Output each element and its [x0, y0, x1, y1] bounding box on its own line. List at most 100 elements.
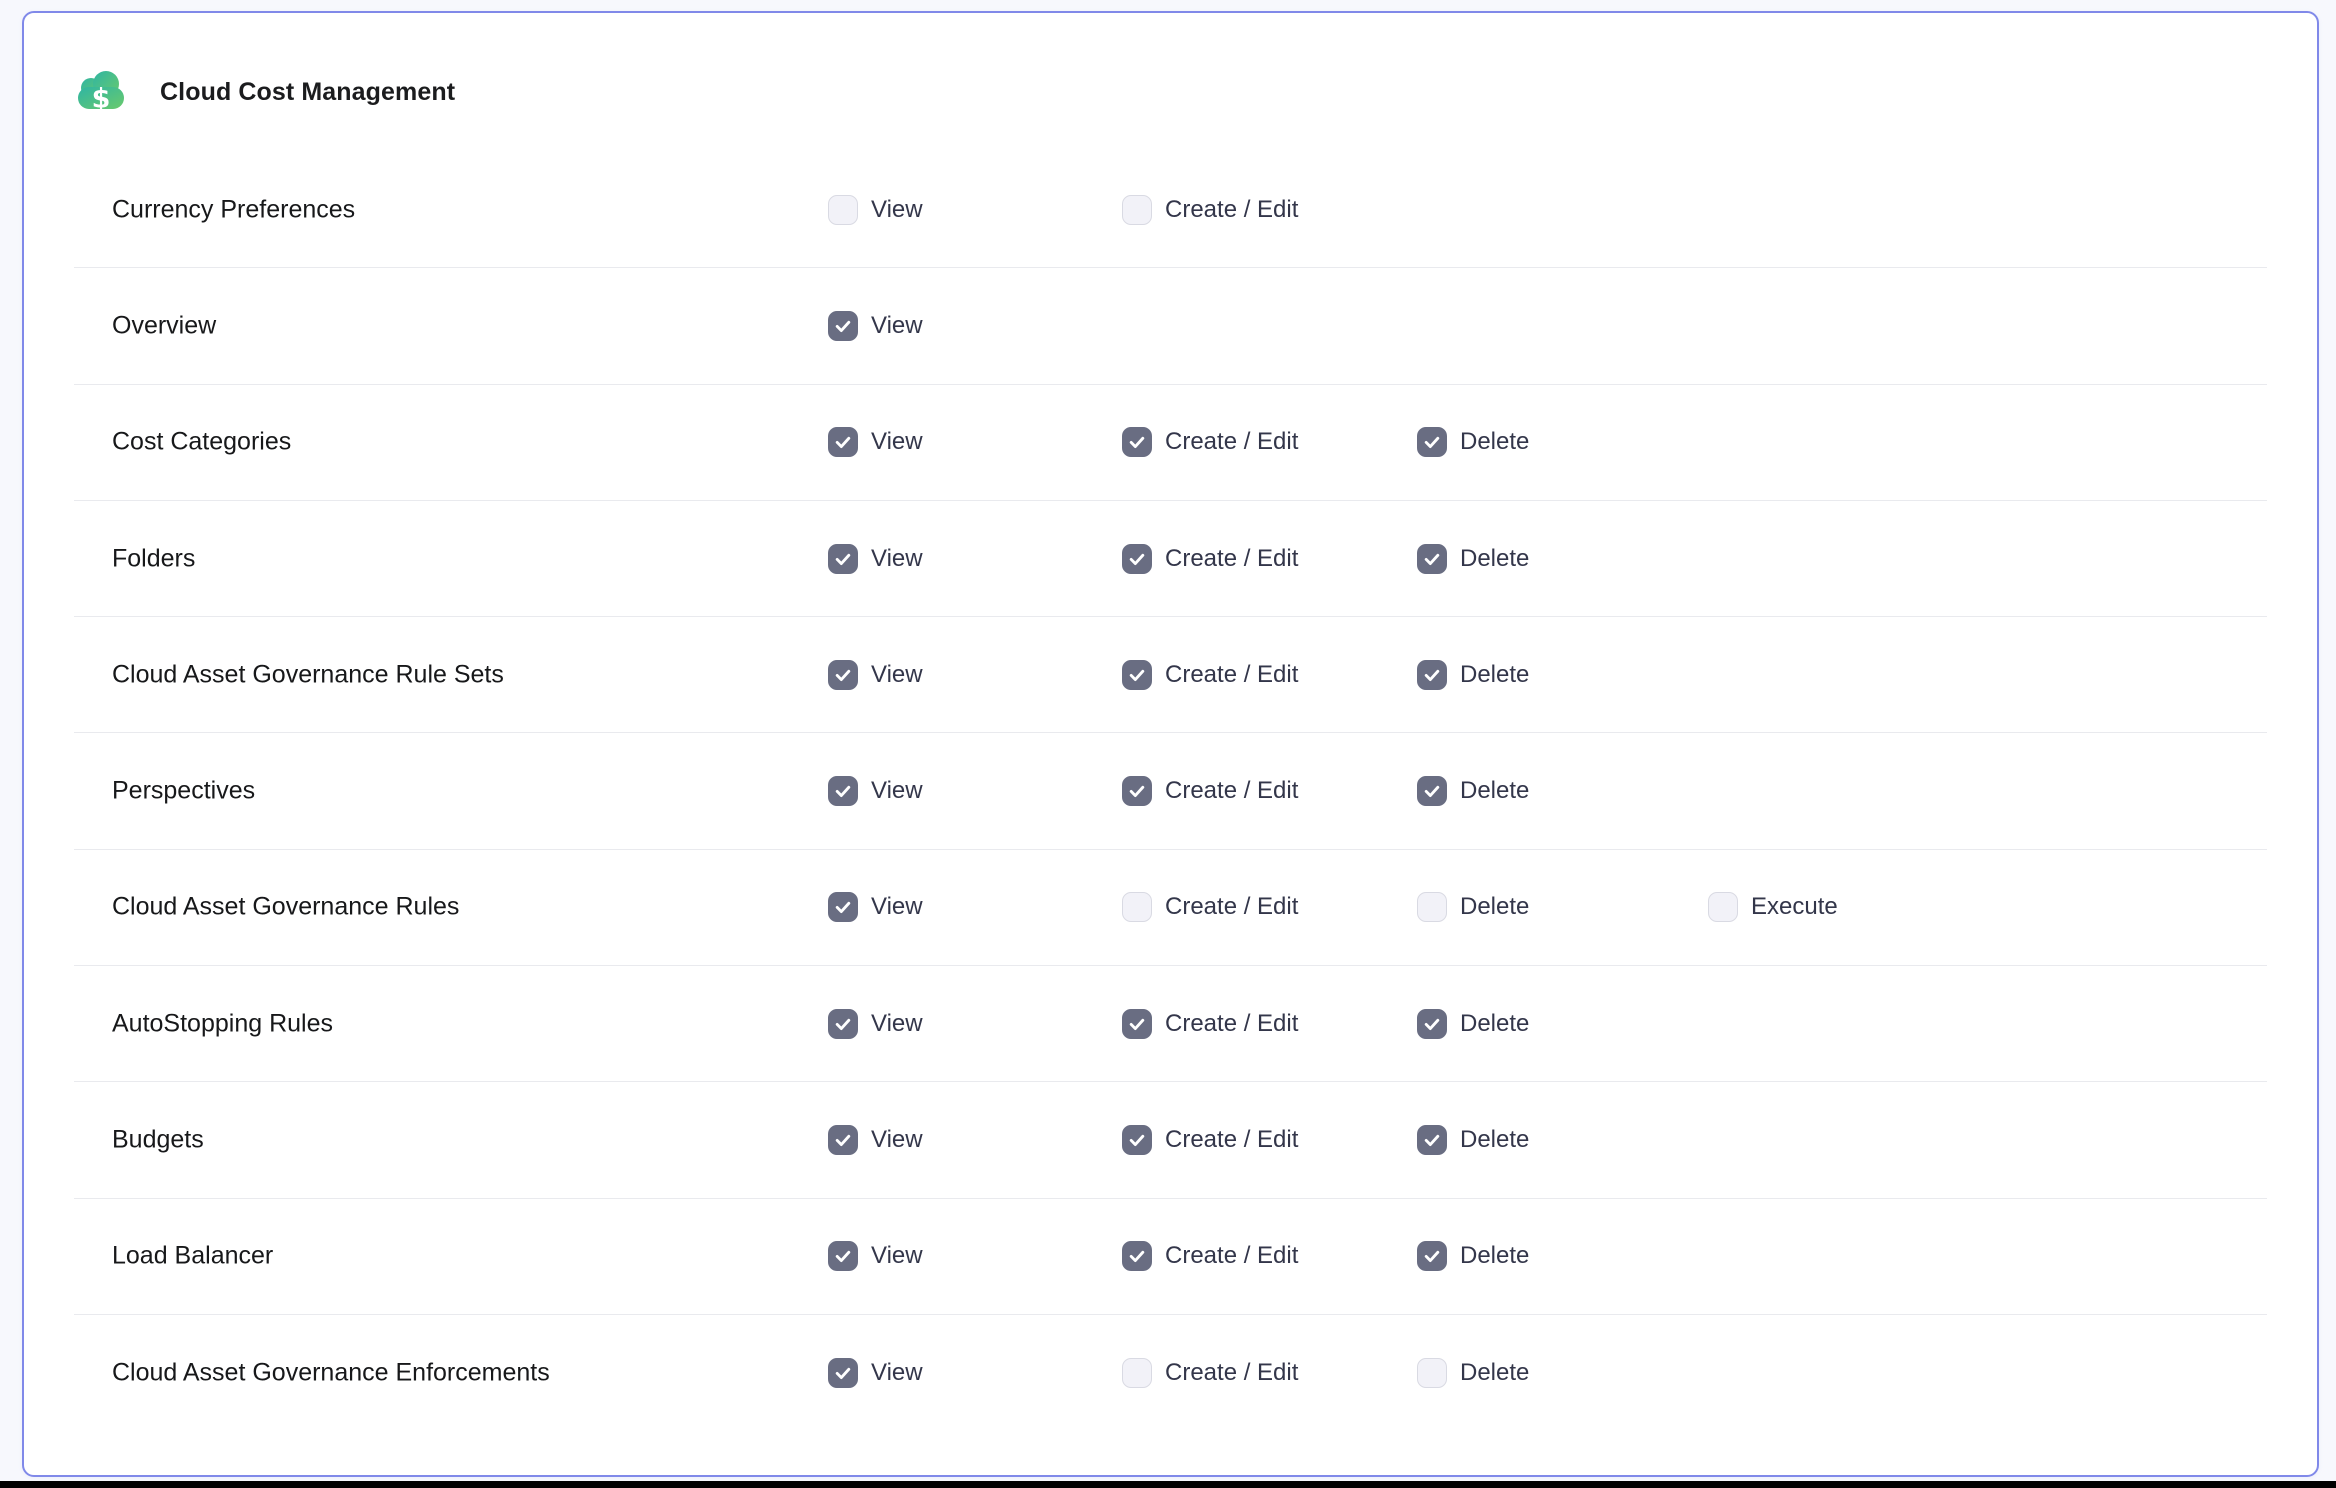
- checkbox-label: Delete: [1460, 777, 1529, 805]
- permission-cell: Create / Edit: [1122, 1241, 1298, 1271]
- checkbox-label: Delete: [1460, 661, 1529, 689]
- permission-cell: Delete: [1417, 892, 1529, 922]
- permission-cell: View: [828, 311, 923, 341]
- checkbox-label: Execute: [1751, 893, 1838, 921]
- delete-checkbox[interactable]: [1417, 1009, 1447, 1039]
- checkmark-icon: [1422, 1246, 1442, 1266]
- permission-cell: View: [828, 892, 923, 922]
- resource-label: Overview: [112, 311, 216, 340]
- create-edit-checkbox[interactable]: [1122, 1241, 1152, 1271]
- permission-cell: Create / Edit: [1122, 1358, 1298, 1388]
- view-checkbox[interactable]: [828, 1241, 858, 1271]
- view-checkbox[interactable]: [828, 660, 858, 690]
- create-edit-checkbox[interactable]: [1122, 1009, 1152, 1039]
- create-edit-checkbox[interactable]: [1122, 427, 1152, 457]
- delete-checkbox[interactable]: [1417, 427, 1447, 457]
- permission-cell: View: [828, 1358, 923, 1388]
- resource-label: Currency Preferences: [112, 195, 355, 224]
- checkmark-icon: [833, 897, 853, 917]
- permission-cell: View: [828, 544, 923, 574]
- resource-label: AutoStopping Rules: [112, 1009, 333, 1038]
- permission-cell: Delete: [1417, 427, 1529, 457]
- delete-checkbox[interactable]: [1417, 1358, 1447, 1388]
- checkbox-label: View: [871, 777, 923, 805]
- resource-label: Budgets: [112, 1126, 204, 1155]
- permission-cell: Create / Edit: [1122, 1125, 1298, 1155]
- permission-cell: View: [828, 195, 923, 225]
- view-checkbox[interactable]: [828, 1009, 858, 1039]
- delete-checkbox[interactable]: [1417, 892, 1447, 922]
- permission-cell: View: [828, 1241, 923, 1271]
- permission-cell: View: [828, 1009, 923, 1039]
- permission-cell: Delete: [1417, 1358, 1529, 1388]
- view-checkbox[interactable]: [828, 1358, 858, 1388]
- permission-cell: Create / Edit: [1122, 660, 1298, 690]
- resource-label: Cloud Asset Governance Rules: [112, 893, 459, 922]
- execute-checkbox[interactable]: [1708, 892, 1738, 922]
- checkbox-label: Create / Edit: [1165, 545, 1298, 573]
- permission-row: Load Balancer View Create / Edit Delete: [74, 1199, 2267, 1315]
- checkmark-icon: [1422, 1014, 1442, 1034]
- permission-cell: View: [828, 427, 923, 457]
- view-checkbox[interactable]: [828, 195, 858, 225]
- checkbox-label: View: [871, 428, 923, 456]
- checkmark-icon: [1127, 781, 1147, 801]
- checkbox-label: Create / Edit: [1165, 661, 1298, 689]
- checkbox-label: Delete: [1460, 545, 1529, 573]
- view-checkbox[interactable]: [828, 892, 858, 922]
- permission-cell: Create / Edit: [1122, 544, 1298, 574]
- create-edit-checkbox[interactable]: [1122, 544, 1152, 574]
- checkmark-icon: [833, 665, 853, 685]
- permission-row: Currency Preferences View Create / Edit: [74, 152, 2267, 268]
- permission-row: AutoStopping Rules View Create / Edit De…: [74, 966, 2267, 1082]
- checkbox-label: Delete: [1460, 1126, 1529, 1154]
- permission-row: Folders View Create / Edit Delete: [74, 501, 2267, 617]
- checkbox-label: View: [871, 1126, 923, 1154]
- permission-row: Budgets View Create / Edit Delete: [74, 1082, 2267, 1198]
- permission-row: Cloud Asset Governance Rules View Create…: [74, 850, 2267, 966]
- checkbox-label: View: [871, 312, 923, 340]
- cloud-dollar-icon: $: [76, 69, 126, 115]
- checkbox-label: Create / Edit: [1165, 196, 1298, 224]
- resource-label: Folders: [112, 544, 195, 573]
- checkmark-icon: [1127, 1014, 1147, 1034]
- permission-row: Cloud Asset Governance Rule Sets View Cr…: [74, 617, 2267, 733]
- view-checkbox[interactable]: [828, 1125, 858, 1155]
- permission-cell: Execute: [1708, 892, 1838, 922]
- checkmark-icon: [1422, 781, 1442, 801]
- checkbox-label: Delete: [1460, 1010, 1529, 1038]
- view-checkbox[interactable]: [828, 427, 858, 457]
- create-edit-checkbox[interactable]: [1122, 195, 1152, 225]
- checkmark-icon: [1127, 432, 1147, 452]
- view-checkbox[interactable]: [828, 776, 858, 806]
- checkbox-label: View: [871, 1242, 923, 1270]
- checkmark-icon: [1127, 665, 1147, 685]
- view-checkbox[interactable]: [828, 544, 858, 574]
- checkbox-label: Delete: [1460, 1242, 1529, 1270]
- create-edit-checkbox[interactable]: [1122, 1125, 1152, 1155]
- create-edit-checkbox[interactable]: [1122, 892, 1152, 922]
- create-edit-checkbox[interactable]: [1122, 1358, 1152, 1388]
- create-edit-checkbox[interactable]: [1122, 776, 1152, 806]
- checkmark-icon: [833, 316, 853, 336]
- checkmark-icon: [1127, 549, 1147, 569]
- view-checkbox[interactable]: [828, 311, 858, 341]
- create-edit-checkbox[interactable]: [1122, 660, 1152, 690]
- checkbox-label: Create / Edit: [1165, 1010, 1298, 1038]
- delete-checkbox[interactable]: [1417, 660, 1447, 690]
- module-header: $ Cloud Cost Management: [76, 68, 455, 116]
- permission-cell: Create / Edit: [1122, 892, 1298, 922]
- resource-label: Cloud Asset Governance Enforcements: [112, 1359, 550, 1388]
- checkmark-icon: [833, 432, 853, 452]
- delete-checkbox[interactable]: [1417, 776, 1447, 806]
- permission-cell: Create / Edit: [1122, 776, 1298, 806]
- permissions-card: $ Cloud Cost Management Currency Prefere…: [22, 11, 2319, 1477]
- checkbox-label: View: [871, 1010, 923, 1038]
- resource-label: Cloud Asset Governance Rule Sets: [112, 660, 504, 689]
- permission-row: Cloud Asset Governance Enforcements View…: [74, 1315, 2267, 1431]
- module-title: Cloud Cost Management: [160, 78, 455, 107]
- delete-checkbox[interactable]: [1417, 1125, 1447, 1155]
- resource-label: Cost Categories: [112, 428, 291, 457]
- delete-checkbox[interactable]: [1417, 1241, 1447, 1271]
- delete-checkbox[interactable]: [1417, 544, 1447, 574]
